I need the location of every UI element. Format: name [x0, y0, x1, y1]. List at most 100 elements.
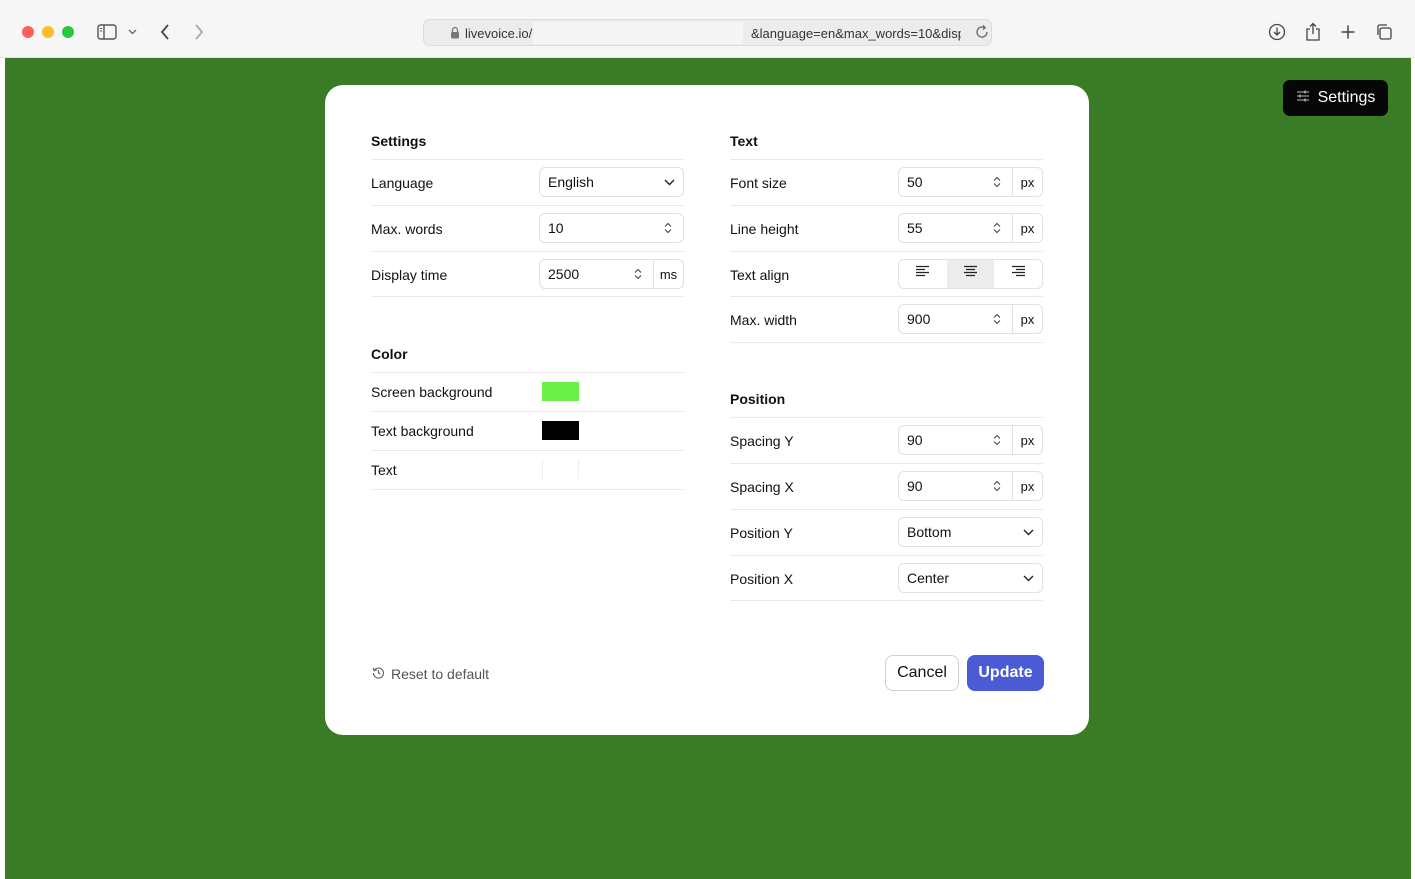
lock-icon [450, 26, 460, 42]
max-width-label: Max. width [730, 312, 797, 328]
back-arrow-icon[interactable] [156, 20, 174, 44]
text-background-label: Text background [371, 423, 474, 439]
reload-icon[interactable] [974, 24, 990, 43]
url-query: &language=en&max_words=10&disp [751, 26, 961, 41]
chevron-down-icon [1014, 575, 1042, 582]
spacing-y-unit: px [1012, 426, 1042, 454]
line-height-label: Line height [730, 221, 799, 237]
position-x-value: Center [907, 570, 950, 586]
stepper-arrows-icon[interactable] [990, 434, 1004, 446]
new-tab-plus-icon[interactable] [1338, 20, 1358, 44]
screen-background-color-swatch[interactable] [542, 382, 579, 401]
sliders-icon [1296, 89, 1310, 107]
text-section-title: Text [730, 133, 758, 149]
stepper-arrows-icon[interactable] [990, 480, 1004, 492]
url-host: livevoice.io/ [465, 26, 533, 41]
divider [730, 205, 1043, 206]
open-settings-button[interactable]: Settings [1283, 80, 1388, 116]
text-align-segmented-control [898, 259, 1043, 289]
divider [730, 600, 1043, 601]
cancel-button[interactable]: Cancel [885, 655, 959, 691]
align-left-button[interactable] [899, 260, 947, 288]
chevron-down-icon [1014, 529, 1042, 536]
spacing-y-input[interactable]: 90 px [898, 425, 1043, 455]
divider [730, 417, 1043, 418]
screen-background-label: Screen background [371, 384, 493, 400]
divider [730, 342, 1043, 343]
spacing-x-value: 90 [907, 478, 923, 494]
stepper-arrows-icon[interactable] [661, 222, 675, 234]
language-label: Language [371, 175, 434, 191]
align-center-icon [963, 265, 978, 283]
position-x-label: Position X [730, 571, 794, 587]
address-bar[interactable]: livevoice.io/ &language=en&max_words=10&… [423, 19, 992, 46]
update-button[interactable]: Update [967, 655, 1044, 691]
language-select[interactable]: English [539, 167, 684, 197]
max-words-input[interactable]: 10 [539, 213, 684, 243]
stepper-arrows-icon[interactable] [990, 222, 1004, 234]
chevron-down-icon[interactable] [126, 20, 138, 44]
text-color-label: Text [371, 462, 397, 478]
divider [730, 555, 1043, 556]
line-height-input[interactable]: 55 px [898, 213, 1043, 243]
line-height-unit: px [1012, 214, 1042, 242]
tab-overview-icon[interactable] [1374, 20, 1394, 44]
color-section-title: Color [371, 346, 408, 362]
spacing-x-input[interactable]: 90 px [898, 471, 1043, 501]
chevron-down-icon [655, 179, 683, 186]
spacing-y-label: Spacing Y [730, 433, 794, 449]
browser-toolbar: livevoice.io/ &language=en&max_words=10&… [0, 0, 1415, 58]
divider [371, 372, 684, 373]
zoom-window-button[interactable] [62, 26, 74, 38]
spacing-y-value: 90 [907, 432, 923, 448]
display-time-label: Display time [371, 267, 448, 283]
url-redacted-segment [533, 22, 743, 44]
settings-dialog: Settings Language English Max. words 10 … [325, 85, 1089, 735]
position-section-title: Position [730, 391, 786, 407]
font-size-label: Font size [730, 175, 787, 191]
history-icon [372, 666, 385, 682]
settings-section-title: Settings [371, 133, 427, 149]
close-window-button[interactable] [22, 26, 34, 38]
stepper-arrows-icon[interactable] [990, 176, 1004, 188]
display-time-input[interactable]: 2500 ms [539, 259, 684, 289]
max-words-label: Max. words [371, 221, 443, 237]
spacing-x-label: Spacing X [730, 479, 794, 495]
forward-arrow-icon[interactable] [190, 20, 208, 44]
align-right-button[interactable] [994, 260, 1042, 288]
divider [730, 159, 1043, 160]
align-left-icon [915, 265, 930, 283]
align-center-button[interactable] [946, 260, 995, 288]
divider [371, 251, 684, 252]
max-width-value: 900 [907, 311, 931, 327]
font-size-input[interactable]: 50 px [898, 167, 1043, 197]
position-x-select[interactable]: Center [898, 563, 1043, 593]
language-value: English [548, 174, 594, 190]
text-align-label: Text align [730, 267, 790, 283]
line-height-value: 55 [907, 220, 923, 236]
stepper-arrows-icon[interactable] [990, 313, 1004, 325]
settings-button-label: Settings [1317, 89, 1376, 106]
downloads-icon[interactable] [1267, 20, 1287, 44]
reset-to-default-button[interactable]: Reset to default [372, 666, 489, 682]
display-time-unit: ms [653, 260, 683, 288]
divider [371, 205, 684, 206]
sidebar-toggle-icon[interactable] [96, 20, 118, 44]
minimize-window-button[interactable] [42, 26, 54, 38]
position-y-value: Bottom [907, 524, 952, 540]
text-color-swatch[interactable] [542, 460, 579, 479]
stepper-arrows-icon[interactable] [631, 268, 645, 280]
divider [730, 463, 1043, 464]
position-y-select[interactable]: Bottom [898, 517, 1043, 547]
share-icon[interactable] [1303, 20, 1323, 44]
align-right-icon [1011, 265, 1026, 283]
divider [371, 489, 684, 490]
spacing-x-unit: px [1012, 472, 1042, 500]
max-width-input[interactable]: 900 px [898, 304, 1043, 334]
font-size-value: 50 [907, 174, 923, 190]
max-width-unit: px [1012, 305, 1042, 333]
text-background-color-swatch[interactable] [542, 421, 579, 440]
font-size-unit: px [1012, 168, 1042, 196]
divider [371, 296, 684, 297]
divider [730, 251, 1043, 252]
